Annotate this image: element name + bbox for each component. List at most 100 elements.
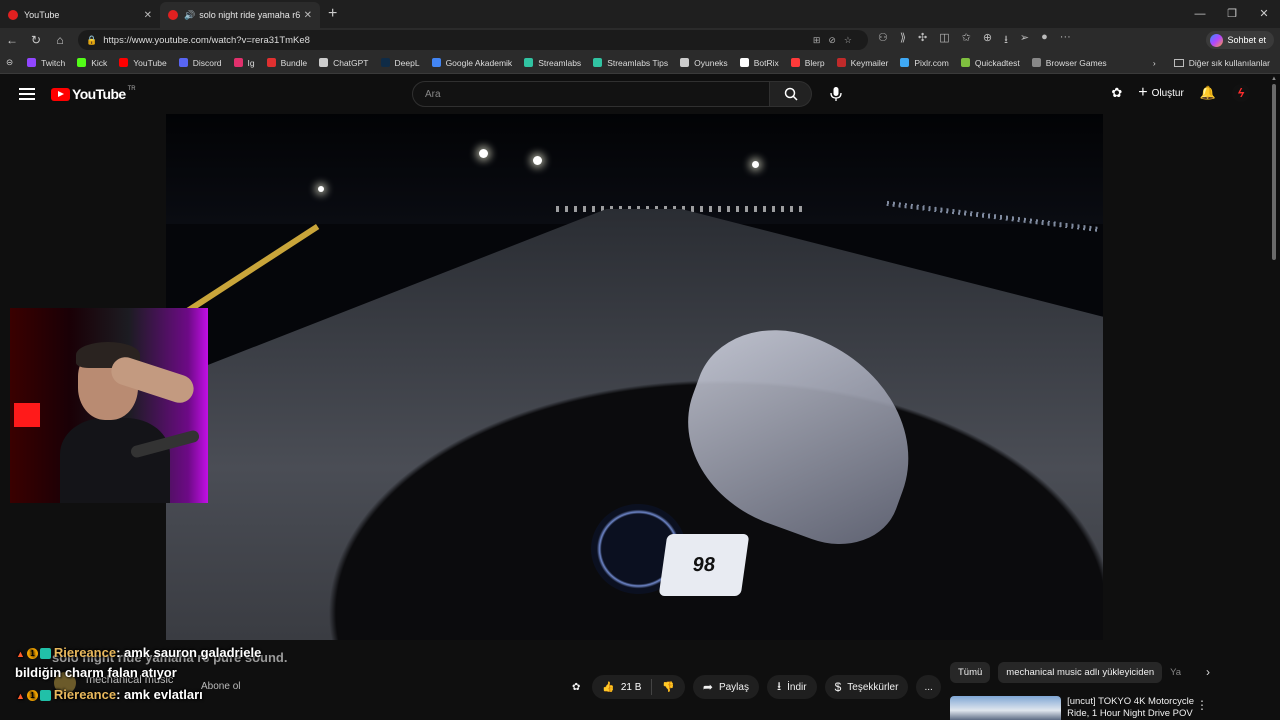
extension-icons: ⚇ ⟫ ✣ ◫ ✩ ⊕ ⭳ ➢ ● ···	[878, 31, 1071, 50]
search-button[interactable]	[770, 81, 812, 107]
download-icon[interactable]: ⭳	[1004, 31, 1008, 50]
bookmark-ig[interactable]: Ig	[233, 57, 255, 68]
bookmark-twitch[interactable]: Twitch	[27, 58, 65, 68]
download-button[interactable]: ⭳ İndir	[766, 675, 817, 699]
bookmark-youtube[interactable]: YouTube	[119, 57, 167, 68]
subscribe-button[interactable]: Abone ol	[201, 681, 240, 692]
bookmarks-overflow: › Diğer sık kullanılanlar	[1153, 58, 1270, 68]
search-input[interactable]: Ara	[412, 81, 770, 107]
bookmark-pixlr-com[interactable]: Pixlr.com	[900, 58, 949, 68]
create-button[interactable]: + Oluştur	[1138, 84, 1184, 102]
bookmark-streamlabs-tips[interactable]: Streamlabs Tips	[593, 58, 668, 68]
puzzle-icon[interactable]: ✣	[918, 31, 927, 50]
chevron-right-icon[interactable]: ›	[1206, 665, 1210, 679]
lock-icon[interactable]: 🔒	[86, 35, 97, 46]
collections-icon[interactable]: ⊕	[983, 31, 992, 50]
tab-title: solo night ride yamaha r6 pur	[199, 10, 300, 20]
extension-icon[interactable]: ⟫	[900, 31, 906, 50]
avatar[interactable]: ϟ	[1232, 84, 1250, 102]
extension-gear-icon[interactable]: ✿	[568, 675, 584, 699]
minimize-button[interactable]: —	[1184, 0, 1216, 28]
restore-button[interactable]: ❐	[1216, 0, 1248, 28]
bookmark-quickadtest[interactable]: Quickadtest	[960, 58, 1020, 68]
street-lamp	[533, 156, 542, 165]
bookmark-chatgpt[interactable]: ChatGPT	[319, 58, 369, 68]
bookmark-icon	[680, 58, 690, 67]
bookmark-icon	[380, 58, 390, 67]
bookmark-oyuneks[interactable]: Oyuneks	[680, 58, 728, 68]
split-screen-icon[interactable]: ◫	[939, 31, 949, 50]
home-button[interactable]: ⌂	[48, 33, 72, 47]
thumbs-up-icon: 👍	[602, 681, 615, 693]
bookmark-deepl[interactable]: DeepL	[380, 58, 420, 68]
bookmark-bundle[interactable]: Bundle	[266, 58, 307, 68]
like-dislike: 👍 21 B 👎	[592, 675, 685, 699]
copilot-chat-button[interactable]: Sohbet et	[1206, 31, 1274, 49]
tab-close-icon[interactable]: ✕	[304, 10, 312, 21]
chat-button-label: Sohbet et	[1227, 35, 1266, 45]
kebab-menu-icon[interactable]: ⋮	[1196, 698, 1208, 720]
chat-username: Riereance	[53, 687, 117, 702]
bookmark-label: YouTube	[133, 57, 167, 68]
reading-mode-icon[interactable]: ⊝	[6, 57, 13, 68]
youtube-logo[interactable]: YouTube TR	[51, 86, 136, 102]
extension-icon[interactable]: ⚇	[878, 31, 888, 50]
extension-gear-icon[interactable]: ✿	[1111, 85, 1122, 101]
reload-button[interactable]: ↻	[24, 33, 48, 47]
share-icon[interactable]: ➢	[1020, 31, 1029, 50]
notifications-bell-icon[interactable]: 🔔	[1200, 85, 1216, 101]
bookmark-discord[interactable]: Discord	[178, 58, 222, 68]
scroll-up-arrow[interactable]: ▲	[1271, 76, 1277, 82]
chip-faded[interactable]: Ya	[1170, 662, 1181, 683]
tab-video[interactable]: 🔊 solo night ride yamaha r6 pur ✕	[160, 2, 320, 28]
profile-icon[interactable]: ●	[1041, 31, 1048, 50]
more-icon[interactable]: ···	[1060, 31, 1071, 50]
chat-text: : amk sauron galadriele	[116, 645, 262, 660]
recommended-video[interactable]: [uncut] TOKYO 4K Motorcycle Ride, 1 Hour…	[950, 696, 1270, 720]
tab-close-icon[interactable]: ✕	[144, 10, 152, 21]
bookmark-kick[interactable]: Kick	[77, 58, 107, 68]
thumbs-down-icon: 👎	[662, 681, 675, 693]
more-actions-button[interactable]: ...	[916, 675, 941, 699]
share-button[interactable]: ➦ Paylaş	[692, 675, 759, 699]
favorites-icon[interactable]: ✩	[962, 31, 971, 50]
bookmark-browser-games[interactable]: Browser Games	[1031, 58, 1107, 68]
other-bookmarks[interactable]: Diğer sık kullanılanlar	[1189, 58, 1270, 68]
bookmark-streamlabs[interactable]: Streamlabs	[524, 58, 581, 68]
back-button[interactable]: ←	[0, 33, 24, 47]
tab-youtube[interactable]: YouTube ✕	[0, 2, 160, 28]
thanks-label: Teşekkürler	[847, 681, 899, 693]
thanks-button[interactable]: $ Teşekkürler	[824, 675, 909, 699]
search-icon	[784, 87, 798, 101]
bookmark-blerp[interactable]: Blerp	[790, 58, 825, 68]
recommended-thumbnail[interactable]	[950, 696, 1062, 720]
badge-icon: 1	[26, 648, 38, 660]
bookmark-label: Kick	[91, 57, 108, 68]
speedometer-display: 98	[658, 534, 750, 596]
video-player[interactable]: 98	[166, 114, 1103, 640]
speaker-icon[interactable]: 🔊	[184, 10, 195, 21]
recommended-title[interactable]: [uncut] TOKYO 4K Motorcycle Ride, 1 Hour…	[1067, 696, 1196, 720]
bookmark-label: Streamlabs	[538, 57, 582, 68]
chat-username: Riereance	[53, 645, 117, 660]
bookmark-label: Ig	[247, 57, 255, 68]
address-bar-icons: ⊞⊘☆	[812, 34, 860, 45]
close-window-button[interactable]: ✕	[1248, 0, 1280, 28]
bookmark-keymailer[interactable]: Keymailer	[836, 58, 888, 68]
bookmark-icon	[790, 58, 800, 67]
address-bar[interactable]: 🔒 https://www.youtube.com/watch?v=rera31…	[78, 30, 868, 50]
bookmark-icon	[1031, 58, 1041, 67]
dislike-button[interactable]: 👎	[652, 682, 684, 693]
scrollbar[interactable]	[1272, 84, 1276, 260]
microphone-icon[interactable]	[826, 84, 846, 104]
bookmark-google-akademik[interactable]: Google Akademik	[431, 58, 512, 68]
chip-uploader[interactable]: mechanical music adlı yükleyiciden	[998, 661, 1163, 683]
bookmark-botrix[interactable]: BotRix	[739, 58, 779, 68]
like-button[interactable]: 👍 21 B	[592, 679, 653, 695]
chip-all[interactable]: Tümü	[950, 661, 991, 683]
url-text: https://www.youtube.com/watch?v=rera31Tm…	[103, 34, 310, 46]
menu-icon[interactable]	[19, 85, 35, 103]
youtube-play-icon	[51, 87, 70, 101]
chevron-right-icon[interactable]: ›	[1153, 58, 1156, 68]
new-tab-button[interactable]: +	[328, 5, 337, 23]
